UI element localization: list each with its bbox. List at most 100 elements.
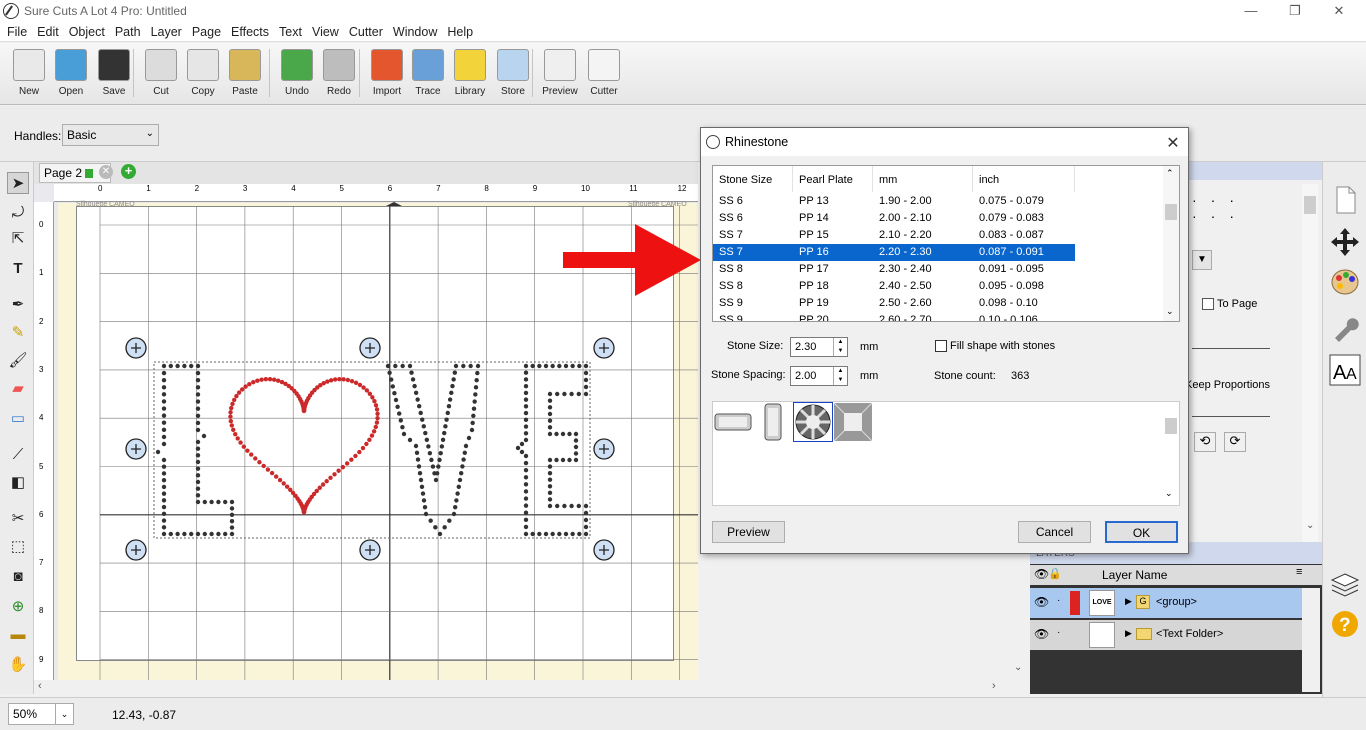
lock-toggle[interactable]: · <box>1057 595 1060 606</box>
cutter-button[interactable]: Cutter <box>583 47 625 103</box>
menu-page[interactable]: Page <box>187 22 226 39</box>
gradient-tool-icon[interactable]: ◧ <box>7 472 29 494</box>
add-page-icon[interactable]: + <box>121 164 136 179</box>
gallery-scrollbar[interactable]: ⌄ <box>1163 402 1179 505</box>
transform-tool-icon[interactable]: ⬚ <box>7 536 29 558</box>
layer-row-group[interactable]: 👁 · LOVE ▶ G <group> <box>1030 588 1302 618</box>
stone-size-table[interactable]: Stone Size Pearl Plate mm inch SS 6 PP 13 1.9… <box>712 165 1180 322</box>
spinner-arrows-icon[interactable]: ▲ ▼ <box>833 367 847 385</box>
hand-pan-icon[interactable]: ✋ <box>7 654 29 676</box>
layer-color-swatch[interactable] <box>1070 591 1080 615</box>
save-button[interactable]: Save <box>93 47 135 103</box>
knife-tool-icon[interactable]: ✂ <box>7 508 29 530</box>
column-header[interactable]: inch <box>973 166 1075 192</box>
column-header[interactable]: mm <box>873 166 973 192</box>
library-button[interactable]: Library <box>449 47 491 103</box>
cut-button[interactable]: Cut <box>140 47 182 103</box>
scroll-right-icon[interactable]: › <box>992 680 996 692</box>
preview-button[interactable]: Preview <box>539 47 581 103</box>
scroll-left-icon[interactable]: ‹ <box>38 680 42 692</box>
panel-scrollbar[interactable] <box>1302 184 1318 544</box>
redo-button[interactable]: Redo <box>318 47 360 103</box>
open-button[interactable]: Open <box>50 47 92 103</box>
eraser-tool-icon[interactable]: ▰ <box>7 378 29 400</box>
expand-arrow-icon[interactable]: ▶ <box>1125 596 1132 607</box>
node-select-icon[interactable]: ⇱ <box>7 228 29 250</box>
color-palette-icon[interactable] <box>1329 266 1361 298</box>
horizontal-scrollbar[interactable]: ‹ › <box>34 680 1004 694</box>
brush-tool-icon[interactable]: 🖌 <box>7 350 29 372</box>
menu-window[interactable]: Window <box>388 22 442 39</box>
menu-help[interactable]: Help <box>442 22 478 39</box>
undo-button[interactable]: Undo <box>276 47 318 103</box>
layers-icon[interactable] <box>1329 568 1361 600</box>
layer-row-text-folder[interactable]: 👁 · ▶ <Text Folder> <box>1030 620 1302 650</box>
table-row[interactable]: SS 6 PP 13 1.90 - 2.00 0.075 - 0.079 <box>713 193 1075 210</box>
menu-edit[interactable]: Edit <box>32 22 64 39</box>
stone-shape-gallery[interactable]: ⌄ <box>712 401 1180 506</box>
flip-vertical-icon[interactable]: ⟳ <box>1224 432 1246 452</box>
menu-effects[interactable]: Effects <box>226 22 274 39</box>
column-header[interactable]: Stone Size <box>713 166 793 192</box>
spinner-arrows-icon[interactable]: ▲ ▼ <box>833 338 847 356</box>
to-page-checkbox[interactable] <box>1202 298 1214 310</box>
zoom-select[interactable]: 50% ⌄ <box>8 703 74 725</box>
copy-button[interactable]: Copy <box>182 47 224 103</box>
expand-arrow-icon[interactable]: ▶ <box>1125 628 1132 639</box>
table-row[interactable]: SS 9 PP 20 2.60 - 2.70 0.10 - 0.106 <box>713 312 1075 321</box>
close-tab-icon[interactable]: ✕ <box>99 165 113 179</box>
stone-spacing-input[interactable]: 2.00 ▲ ▼ <box>790 366 848 386</box>
table-row[interactable]: SS 6 PP 14 2.00 - 2.10 0.079 - 0.083 <box>713 210 1075 227</box>
column-header[interactable]: Pearl Plate <box>793 166 873 192</box>
scroll-down-icon[interactable]: ⌄ <box>1306 520 1314 531</box>
ok-button[interactable]: OK <box>1105 521 1178 543</box>
preview-button[interactable]: Preview <box>712 521 785 543</box>
lock-toggle[interactable]: · <box>1057 627 1060 638</box>
select-arrow-icon[interactable]: ➤ <box>7 172 29 194</box>
table-row[interactable]: SS 8 PP 17 2.30 - 2.40 0.091 - 0.095 <box>713 261 1075 278</box>
baguette-stone-icon[interactable] <box>755 402 795 442</box>
eye-icon[interactable]: 👁 <box>1034 627 1049 641</box>
eyedropper-tool-icon[interactable]: ⟋ <box>7 444 29 466</box>
flip-horizontal-icon[interactable]: ⟲ <box>1194 432 1216 452</box>
menu-object[interactable]: Object <box>64 22 110 39</box>
rectangle-stone-icon[interactable] <box>713 402 753 442</box>
maximize-button[interactable]: ❐ <box>1272 0 1318 22</box>
text-style-icon[interactable]: AA <box>1329 354 1361 386</box>
menu-layer[interactable]: Layer <box>146 22 187 39</box>
weld-tool-icon[interactable]: ◙ <box>7 566 29 588</box>
handles-select[interactable]: Basic ⌄ <box>62 124 159 146</box>
pencil-tool-icon[interactable]: ✎ <box>7 322 29 344</box>
minimize-button[interactable]: — <box>1228 0 1274 22</box>
table-row[interactable]: SS 8 PP 18 2.40 - 2.50 0.095 - 0.098 <box>713 278 1075 295</box>
stone-size-input[interactable]: 2.30 ▲ ▼ <box>790 337 848 357</box>
table-row[interactable]: SS 9 PP 19 2.50 - 2.60 0.098 - 0.10 <box>713 295 1075 312</box>
menu-view[interactable]: View <box>307 22 344 39</box>
dialog-close-button[interactable]: ✕ <box>1163 133 1183 152</box>
new-button[interactable]: New <box>8 47 50 103</box>
round-stone-icon[interactable] <box>793 402 833 442</box>
trace-button[interactable]: Trace <box>407 47 449 103</box>
table-scrollbar[interactable]: ⌃ ⌄ <box>1163 166 1179 321</box>
paste-button[interactable]: Paste <box>224 47 266 103</box>
menu-text[interactable]: Text <box>274 22 307 39</box>
fill-shape-checkbox[interactable] <box>935 340 947 352</box>
table-row[interactable]: SS 7 PP 15 2.10 - 2.20 0.083 - 0.087 <box>713 227 1075 244</box>
text-tool-icon[interactable]: T <box>7 258 29 280</box>
menu-cutter[interactable]: Cutter <box>344 22 388 39</box>
help-icon[interactable]: ? <box>1329 608 1361 640</box>
layers-scrollbar[interactable] <box>1302 588 1320 692</box>
menu-file[interactable]: File <box>2 22 32 39</box>
shape-tool-icon[interactable]: ▭ <box>7 408 29 430</box>
menu-path[interactable]: Path <box>110 22 146 39</box>
cancel-button[interactable]: Cancel <box>1018 521 1091 543</box>
scroll-down-icon[interactable]: ⌄ <box>1014 662 1022 673</box>
document-icon[interactable] <box>1329 184 1361 216</box>
close-window-button[interactable]: ✕ <box>1316 0 1362 22</box>
layers-menu-icon[interactable]: ≡ <box>1296 566 1302 578</box>
anchor-grid-icon[interactable]: ··· ··· <box>1192 192 1248 224</box>
ruler-tool-icon[interactable]: ▬ <box>7 624 29 646</box>
move-arrows-icon[interactable] <box>1329 226 1361 258</box>
pen-tool-icon[interactable]: ✒ <box>7 294 29 316</box>
eye-icon[interactable]: 👁 <box>1034 595 1049 609</box>
